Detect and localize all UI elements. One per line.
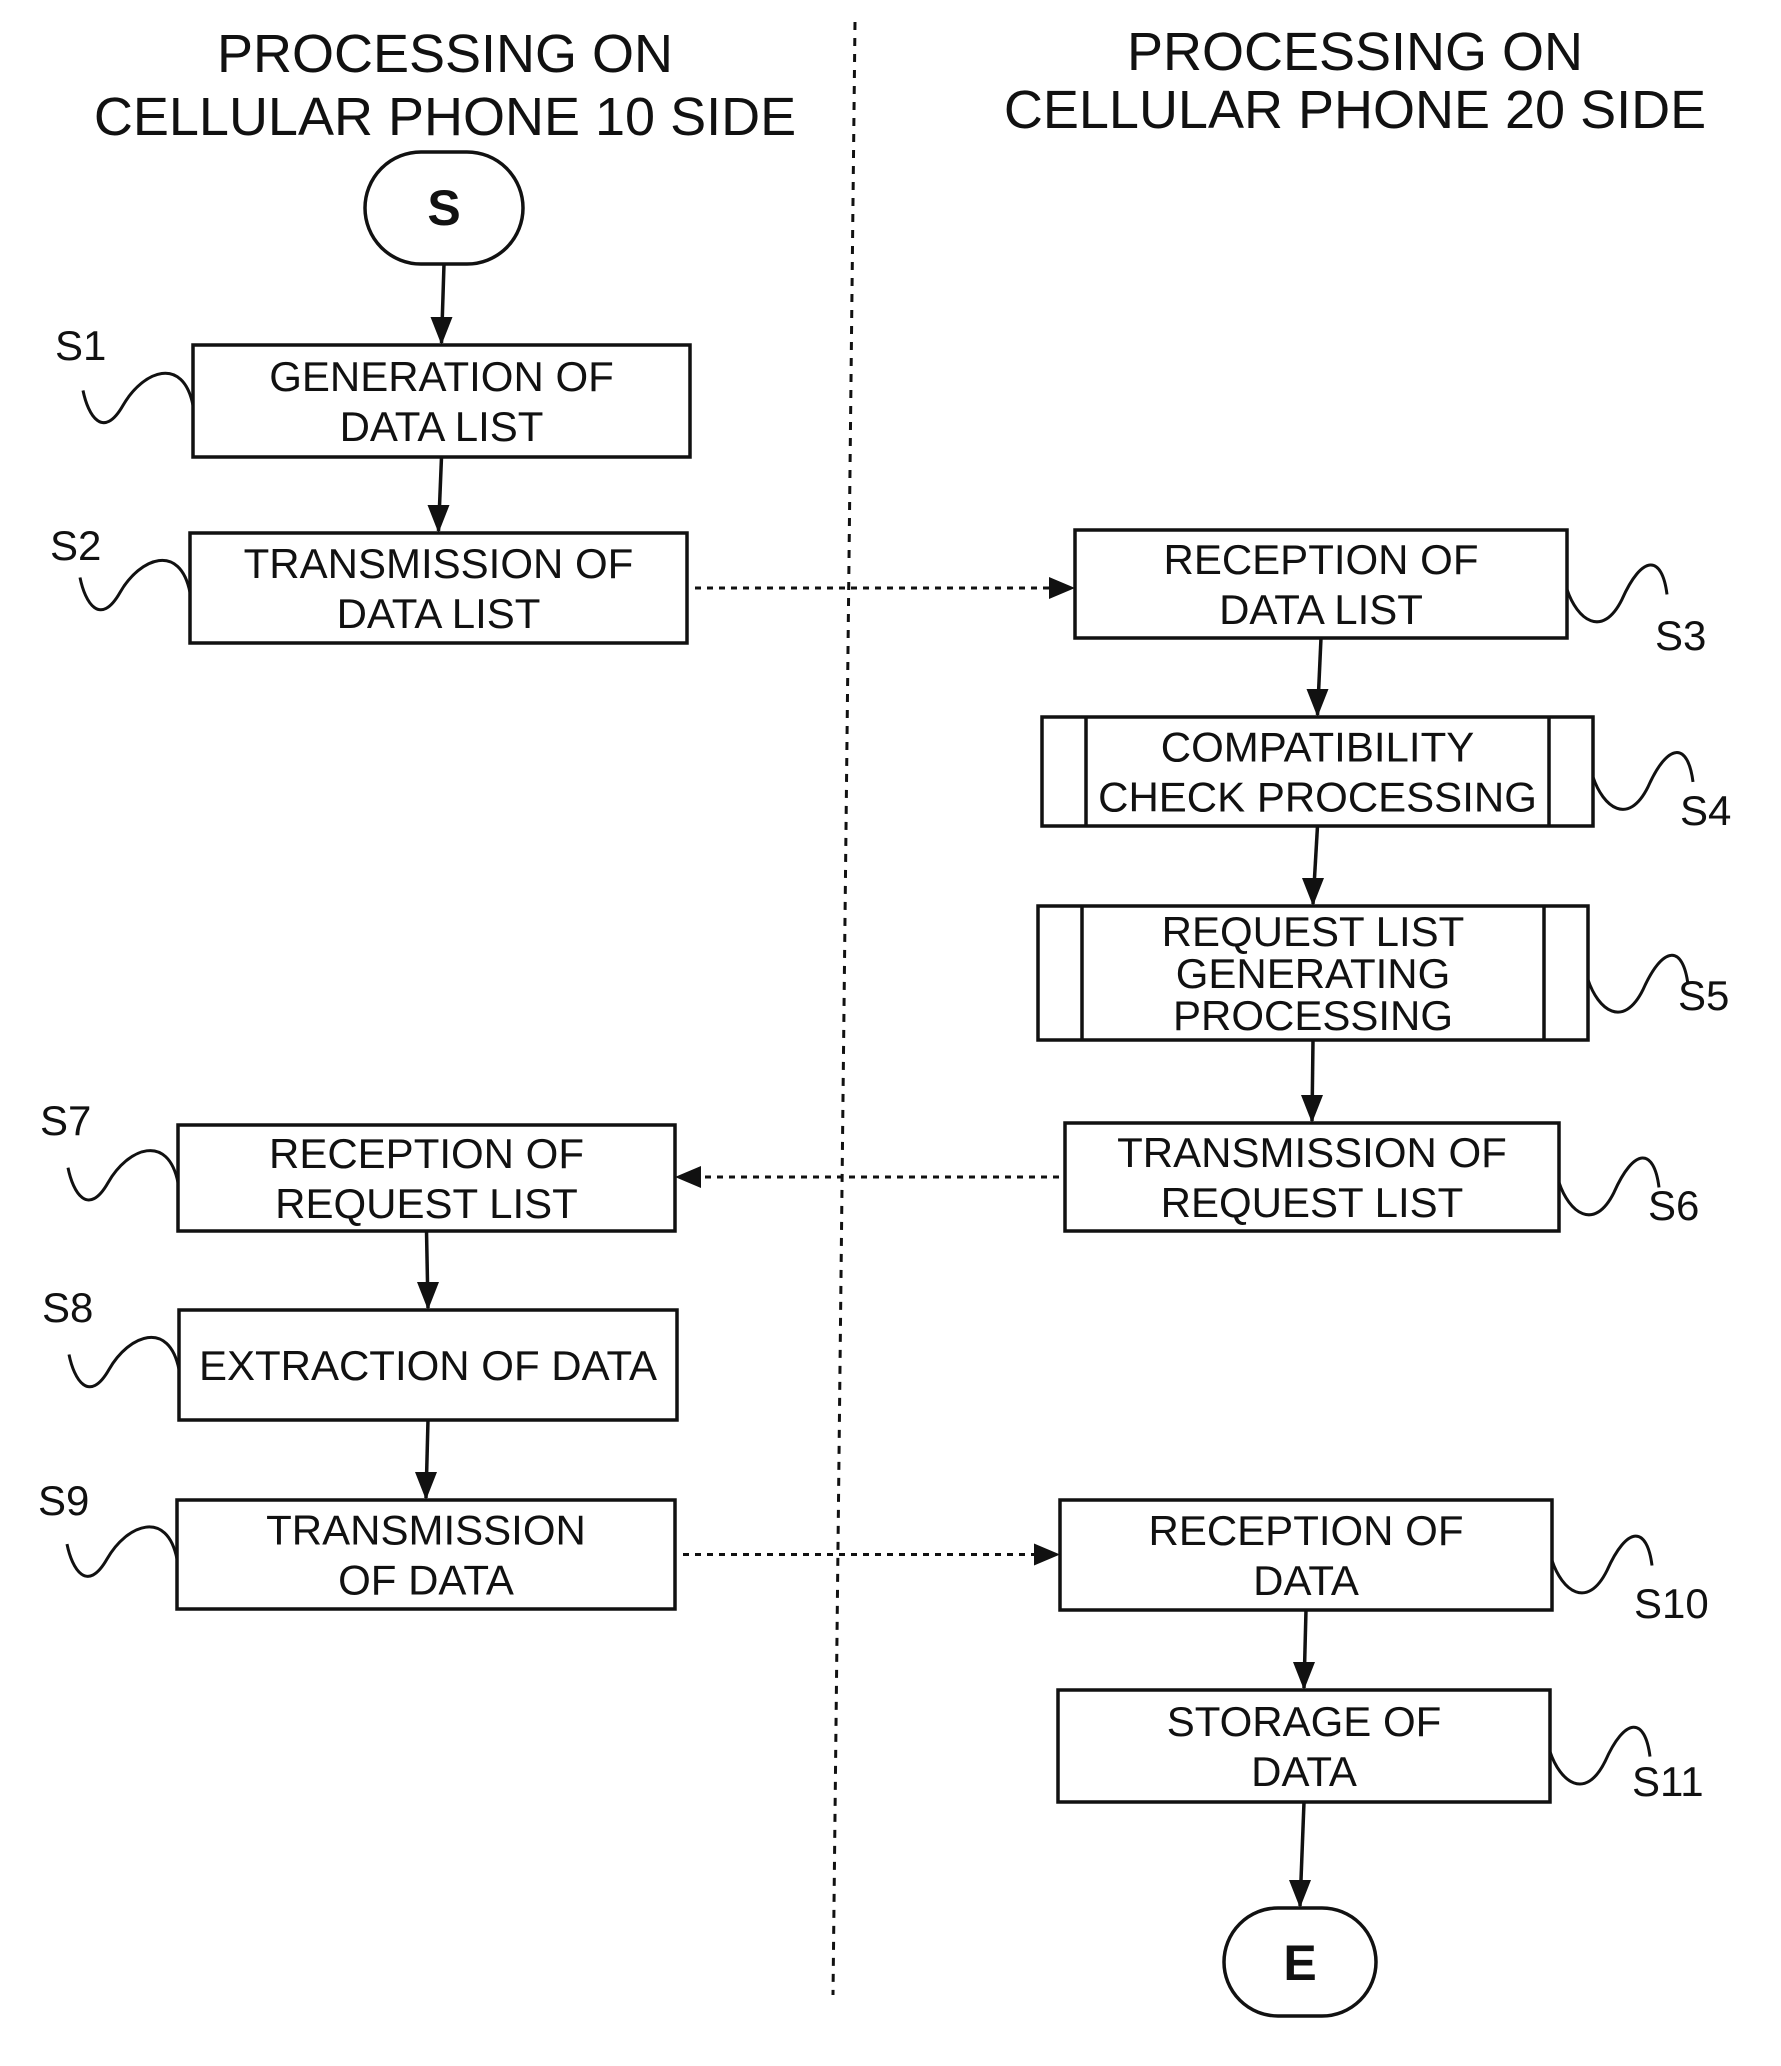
message-s6-to-s7	[675, 1166, 1059, 1188]
arrowhead-icon	[1301, 1095, 1323, 1123]
step-leader-line	[81, 371, 195, 424]
step-s1: GENERATION OFDATA LIST S1	[55, 322, 692, 459]
step-leader-line	[1591, 751, 1695, 811]
message-flows	[675, 577, 1075, 1566]
arrowhead-icon	[430, 317, 453, 345]
lane-divider	[831, 21, 857, 1996]
arrowhead-icon	[1034, 1543, 1060, 1566]
step-leader-line	[65, 1525, 179, 1578]
step-s11: STORAGE OFDATA S11	[1056, 1688, 1704, 1805]
step-text-line: STORAGE OF	[1167, 1698, 1442, 1745]
step-text-line: GENERATING	[1176, 950, 1451, 997]
step-text-line: RECEPTION OF	[269, 1130, 584, 1177]
step-label: S7	[40, 1097, 91, 1144]
step-text-line: RECEPTION OF	[1163, 536, 1478, 583]
flow-s10-to-s11	[1293, 1609, 1315, 1690]
solid-flows	[415, 263, 1329, 1908]
step-text-line: DATA LIST	[340, 403, 544, 450]
step-text-line: PROCESSING	[1173, 992, 1453, 1039]
flow-s3-to-s4	[1306, 637, 1329, 717]
left-lane-title-line1: PROCESSING ON	[217, 24, 673, 84]
arrowhead-icon	[1302, 878, 1324, 906]
left-lane-title-line2: CELLULAR PHONE 10 SIDE	[94, 87, 796, 147]
step-label: S11	[1632, 1758, 1704, 1805]
message-s9-to-s10	[683, 1543, 1060, 1566]
message-s2-to-s3	[695, 577, 1075, 599]
step-label: S10	[1634, 1580, 1709, 1627]
step-text-line: REQUEST LIST	[275, 1180, 578, 1227]
step-text-line: TRANSMISSION OF	[244, 540, 634, 587]
step-s6: TRANSMISSION OFREQUEST LIST S6	[1063, 1121, 1699, 1233]
step-text-line: REQUEST LIST	[1161, 1179, 1464, 1226]
step-label: S8	[42, 1284, 93, 1331]
step-leader-line	[1586, 953, 1690, 1014]
start-terminal: S	[363, 150, 525, 266]
step-text-line: DATA	[1251, 1748, 1357, 1795]
step-text-line: RECEPTION OF	[1148, 1507, 1463, 1554]
step-s7: RECEPTION OFREQUEST LIST S7	[40, 1097, 677, 1233]
step-text-line: DATA LIST	[1219, 586, 1423, 633]
step-text-line: OF DATA	[338, 1557, 514, 1604]
step-text-line: EXTRACTION OF DATA	[199, 1342, 657, 1389]
step-s4: COMPATIBILITYCHECK PROCESSING S4	[1040, 715, 1731, 834]
process-steps: GENERATION OFDATA LISTS1TRANSMISSION OFD…	[38, 322, 1731, 1805]
flow-s-to-s1	[430, 263, 453, 345]
flow-s7-to-s8	[417, 1230, 439, 1310]
flow-s11-to-e	[1289, 1801, 1311, 1908]
arrowhead-icon	[415, 1472, 437, 1500]
step-text-line: CHECK PROCESSING	[1098, 774, 1537, 821]
step-s2: TRANSMISSION OFDATA LIST S2	[50, 522, 689, 645]
step-text-line: TRANSMISSION OF	[1117, 1129, 1507, 1176]
end-terminal: E	[1222, 1906, 1378, 2018]
flowchart: PROCESSING ON CELLULAR PHONE 10 SIDE PRO…	[38, 21, 1731, 2018]
arrowhead-icon	[417, 1282, 439, 1310]
step-text-line: DATA LIST	[337, 590, 541, 637]
right-lane-title-line2: CELLULAR PHONE 20 SIDE	[1004, 80, 1706, 140]
flow-s4-to-s5	[1302, 825, 1324, 906]
arrowhead-icon	[1049, 577, 1075, 599]
step-label: S6	[1648, 1182, 1699, 1229]
step-s10: RECEPTION OFDATA S10	[1058, 1498, 1709, 1627]
step-leader-line	[66, 1149, 180, 1202]
step-label: S4	[1680, 787, 1731, 834]
flow-s5-to-s6	[1301, 1039, 1323, 1123]
arrowhead-icon	[1293, 1662, 1315, 1690]
step-label: S3	[1655, 612, 1706, 659]
flow-s1-to-s2	[427, 456, 450, 533]
step-leader-line	[1557, 1156, 1661, 1217]
arrowhead-icon	[1289, 1880, 1311, 1908]
start-terminal-label: S	[427, 180, 460, 236]
step-label: S9	[38, 1477, 89, 1524]
step-s3: RECEPTION OFDATA LIST S3	[1073, 528, 1706, 659]
step-s5: REQUEST LISTGENERATINGPROCESSING S5	[1036, 904, 1729, 1042]
step-leader-line	[67, 1336, 181, 1389]
step-text-line: GENERATION OF	[269, 353, 614, 400]
step-text-line: COMPATIBILITY	[1161, 724, 1474, 771]
step-s8: EXTRACTION OF DATA S8	[42, 1284, 679, 1422]
arrowhead-icon	[427, 505, 450, 533]
flow-s8-to-s9	[415, 1419, 437, 1500]
step-text-line: TRANSMISSION	[266, 1507, 586, 1554]
step-label: S2	[50, 522, 101, 569]
arrowhead-icon	[1306, 689, 1329, 717]
step-label: S5	[1678, 972, 1729, 1019]
step-text-line: REQUEST LIST	[1162, 908, 1465, 955]
step-s9: TRANSMISSIONOF DATA S9	[38, 1477, 677, 1611]
arrowhead-icon	[675, 1166, 701, 1188]
right-lane-title-line1: PROCESSING ON	[1127, 22, 1583, 82]
end-terminal-label: E	[1283, 1935, 1316, 1991]
step-leader-line	[1565, 563, 1669, 624]
step-text-line: DATA	[1253, 1557, 1359, 1604]
step-label: S1	[55, 322, 106, 369]
